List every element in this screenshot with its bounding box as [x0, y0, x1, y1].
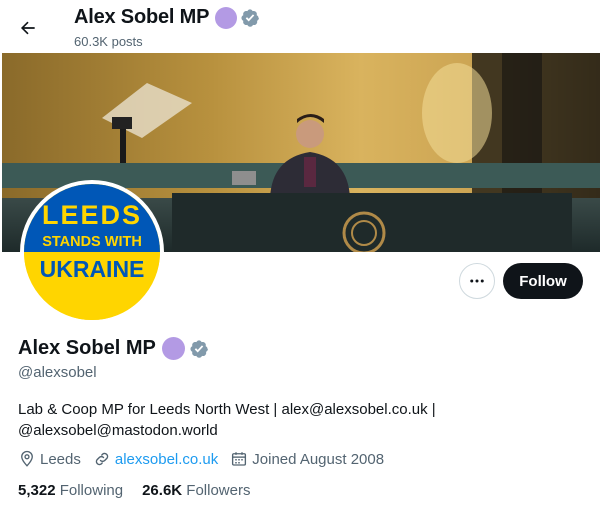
following-link[interactable]: 5,322 Following — [18, 482, 123, 499]
location-item: Leeds — [18, 450, 81, 468]
calendar-icon — [232, 452, 247, 466]
avatar-line3: UKRAINE — [40, 256, 145, 282]
bio-line: @alexsobel@mastodon.world — [18, 422, 218, 439]
profile-avatar[interactable]: LEEDS STANDS WITH UKRAINE — [20, 180, 164, 324]
arrow-left-icon — [20, 21, 35, 35]
profile-stats: 5,322 Following 26.6K Followers — [18, 482, 269, 499]
profile-bio: Lab & Coop MP for Leeds North West | ale… — [18, 399, 488, 441]
post-count: 60.3K posts — [74, 34, 143, 49]
followers-label: Followers — [186, 482, 251, 499]
affiliation-badge-icon[interactable] — [215, 6, 238, 29]
following-label: Following — [59, 482, 124, 499]
joined-text: Joined August 2008 — [252, 450, 385, 468]
joined-item: Joined August 2008 — [230, 450, 384, 468]
location-text: Leeds — [40, 450, 81, 468]
follow-button[interactable]: Follow — [503, 263, 583, 299]
profile-name: Alex Sobel MP — [18, 337, 156, 359]
bio-line: Lab & Coop MP for Leeds North West | ale… — [18, 401, 436, 418]
location-pin-icon — [21, 450, 33, 467]
affiliation-badge-icon[interactable] — [161, 337, 185, 360]
back-button[interactable] — [10, 10, 46, 46]
more-button[interactable] — [459, 263, 495, 299]
website-link[interactable]: alexsobel.co.uk — [115, 451, 218, 468]
followers-link[interactable]: 26.6K Followers — [142, 482, 250, 499]
link-icon — [95, 452, 109, 466]
top-bar: Alex Sobel MP 60.3K posts — [0, 0, 602, 53]
followers-count: 26.6K — [142, 482, 183, 499]
avatar-line1: LEEDS — [42, 200, 142, 230]
profile-name-row: Alex Sobel MP — [18, 337, 209, 360]
following-count: 5,322 — [18, 482, 56, 499]
profile-meta: Leeds alexsobel.co.uk Joined August 2008 — [18, 450, 396, 468]
verified-badge-icon[interactable] — [240, 8, 260, 28]
header-name: Alex Sobel MP — [74, 6, 210, 28]
profile-handle: @alexsobel — [18, 364, 97, 381]
ellipsis-icon — [470, 279, 484, 283]
verified-badge-icon[interactable] — [189, 339, 209, 359]
avatar-line2: STANDS WITH — [42, 234, 142, 250]
website-item: alexsobel.co.uk — [93, 450, 218, 468]
header-name-row: Alex Sobel MP — [74, 6, 260, 29]
